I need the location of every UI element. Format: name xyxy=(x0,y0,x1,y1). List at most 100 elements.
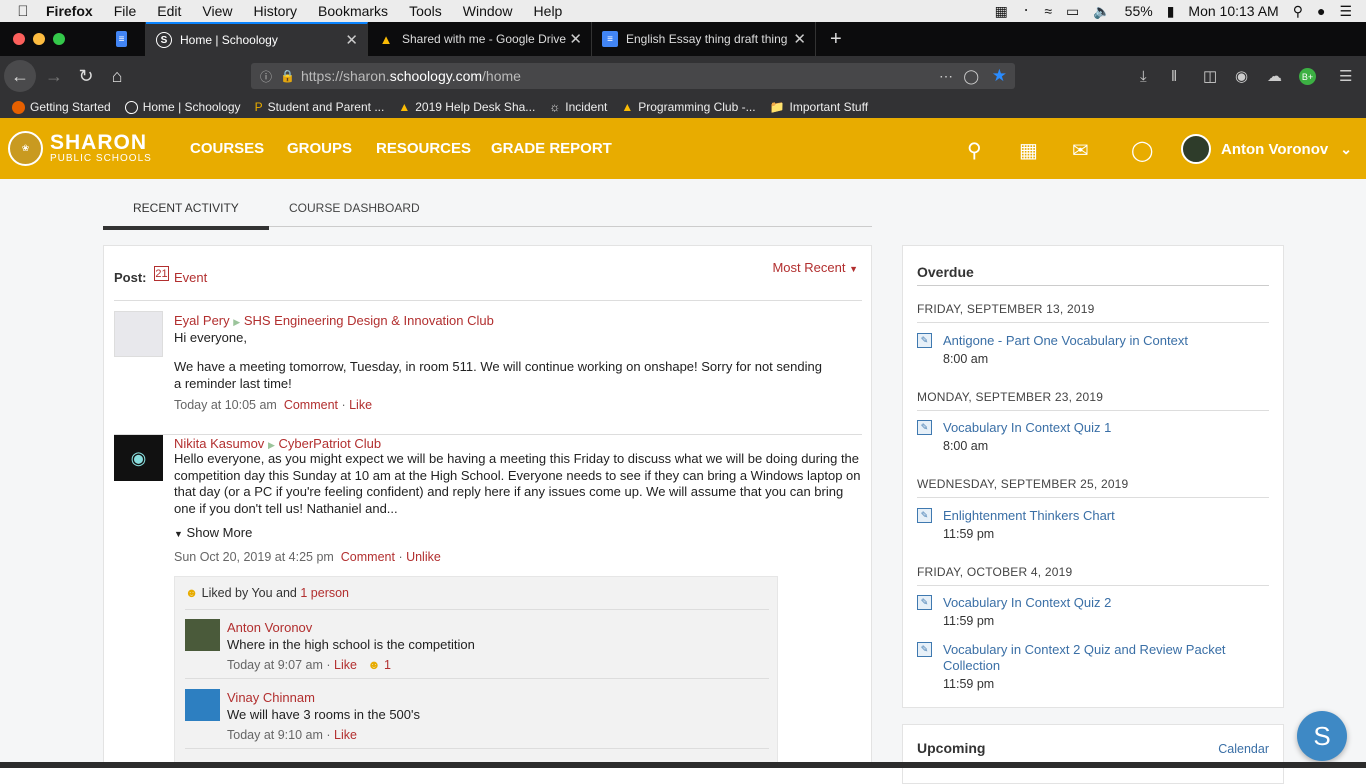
comment-link[interactable]: Comment xyxy=(341,550,395,564)
wifi-icon[interactable]: ≈ xyxy=(1044,3,1052,19)
district-logo[interactable]: ❀ SHARON PUBLIC SCHOOLS xyxy=(8,131,152,166)
minimize-window-icon[interactable] xyxy=(33,33,45,45)
forward-icon[interactable]: → xyxy=(38,66,70,87)
account-icon[interactable]: ◉ xyxy=(1235,56,1248,96)
notification-center-icon[interactable]: ☰ xyxy=(1339,3,1352,20)
home-icon[interactable]: ⌂ xyxy=(101,66,133,87)
lock-icon[interactable]: 🔒 xyxy=(280,69,295,83)
assignment-time: 11:59 pm xyxy=(943,677,995,691)
close-window-icon[interactable] xyxy=(13,33,25,45)
comment-link[interactable]: Comment xyxy=(284,398,338,412)
menu-bookmarks[interactable]: Bookmarks xyxy=(318,3,388,19)
tab-title: Shared with me - Google Drive xyxy=(402,32,567,46)
bookmark-student-parent[interactable]: P Student and Parent ... xyxy=(255,100,385,114)
tab-recent-activity[interactable]: RECENT ACTIVITY xyxy=(103,201,269,230)
close-tab-icon[interactable]: ✕ xyxy=(793,30,806,48)
menu-history[interactable]: History xyxy=(253,3,297,19)
post-author[interactable]: Nikita Kasumov xyxy=(174,436,264,451)
bluetooth-icon[interactable]: ᛫ xyxy=(1022,3,1030,19)
bookmark-label: Home | Schoology xyxy=(142,100,241,114)
post-group[interactable]: CyberPatriot Club xyxy=(278,436,381,451)
downloads-icon[interactable]: ⤓ xyxy=(1140,56,1147,96)
info-icon[interactable]: ⓘ xyxy=(260,68,272,85)
assignment-link[interactable]: Vocabulary in Context 2 Quiz and Review … xyxy=(943,642,1243,674)
liked-count-link[interactable]: 1 person xyxy=(300,586,349,600)
bookmark-incident[interactable]: ☼ Incident xyxy=(549,100,607,114)
bookmark-important-stuff[interactable]: 📁 Important Stuff xyxy=(770,100,868,114)
unlike-link[interactable]: Unlike xyxy=(406,550,441,564)
assignment-link[interactable]: Vocabulary In Context Quiz 1 xyxy=(943,420,1243,436)
menu-file[interactable]: File xyxy=(114,3,137,19)
pocket-icon[interactable]: ◯ xyxy=(963,68,979,85)
post-author[interactable]: Eyal Pery xyxy=(174,313,230,328)
avatar[interactable]: ◉ xyxy=(114,435,163,481)
like-link[interactable]: Like xyxy=(334,658,357,672)
reload-icon[interactable]: ↻ xyxy=(70,66,102,87)
bookmark-programming-club[interactable]: ▲ Programming Club -... xyxy=(621,100,755,114)
spotlight-icon[interactable]: ⚲ xyxy=(1293,3,1303,20)
tab-google-drive[interactable]: ▲ Shared with me - Google Drive ✕ xyxy=(368,22,592,56)
nav-grade-report[interactable]: GRADE REPORT xyxy=(491,140,612,157)
back-icon[interactable]: ← xyxy=(4,60,36,92)
zoom-window-icon[interactable] xyxy=(53,33,65,45)
menu-window[interactable]: Window xyxy=(463,3,513,19)
calendar-icon[interactable]: ▦ xyxy=(1019,138,1038,163)
dropbox-icon[interactable]: ▦ xyxy=(995,3,1008,20)
bookmark-help-desk[interactable]: ▲ 2019 Help Desk Sha... xyxy=(398,100,535,114)
close-tab-icon[interactable]: ✕ xyxy=(345,31,358,49)
user-menu[interactable]: Anton Voronov ⌄ xyxy=(1181,134,1352,164)
battery-label[interactable]: 55% xyxy=(1125,3,1153,19)
avatar[interactable] xyxy=(114,311,163,357)
grammarly-icon[interactable]: B+ xyxy=(1299,68,1316,85)
event-calendar-icon[interactable]: 21 xyxy=(154,266,169,281)
search-icon[interactable]: ⚲ xyxy=(967,138,982,163)
tab-docs-pinned[interactable]: ≡ xyxy=(106,22,146,56)
extension-icon[interactable]: ☁ xyxy=(1267,56,1282,96)
nav-courses[interactable]: COURSES xyxy=(190,140,264,157)
sidebar-icon[interactable]: ◫ xyxy=(1203,56,1217,96)
avatar[interactable] xyxy=(185,619,220,651)
assignment-link[interactable]: Vocabulary In Context Quiz 2 xyxy=(943,595,1243,611)
nav-groups[interactable]: GROUPS xyxy=(287,140,352,157)
like-count[interactable]: 1 xyxy=(384,658,391,672)
bookmark-star-icon[interactable]: ★ xyxy=(992,66,1007,86)
comment-author-link[interactable]: Anton Voronov xyxy=(227,620,312,635)
menu-view[interactable]: View xyxy=(202,3,232,19)
notifications-icon[interactable]: ◯ xyxy=(1131,138,1153,163)
tab-english-essay[interactable]: ≡ English Essay thing draft thing ✕ xyxy=(592,22,816,56)
hamburger-menu-icon[interactable]: ☰ xyxy=(1339,56,1352,96)
like-link[interactable]: Like xyxy=(334,728,357,742)
menu-help[interactable]: Help xyxy=(534,3,563,19)
bookmark-home-schoology[interactable]: Home | Schoology xyxy=(124,100,241,114)
volume-icon[interactable]: 🔈 xyxy=(1093,3,1110,20)
sort-dropdown[interactable]: Most Recent ▼ xyxy=(772,260,858,275)
siri-icon[interactable]: ● xyxy=(1317,3,1325,19)
post-line1: Hi everyone, xyxy=(174,330,247,345)
schoology-help-button[interactable]: S xyxy=(1297,711,1347,761)
page-actions-icon[interactable]: ⋯ xyxy=(939,68,953,85)
nav-resources[interactable]: RESOURCES xyxy=(376,140,471,157)
like-link[interactable]: Like xyxy=(349,398,372,412)
close-tab-icon[interactable]: ✕ xyxy=(569,30,582,48)
calendar-link[interactable]: Calendar xyxy=(1218,742,1269,756)
tab-course-dashboard[interactable]: COURSE DASHBOARD xyxy=(289,201,420,215)
apple-icon[interactable]:  xyxy=(0,3,46,20)
menu-tools[interactable]: Tools xyxy=(409,3,442,19)
clock[interactable]: Mon 10:13 AM xyxy=(1188,3,1278,19)
avatar[interactable] xyxy=(185,689,220,721)
new-tab-icon[interactable]: + xyxy=(830,28,842,51)
comment-author-link[interactable]: Vinay Chinnam xyxy=(227,690,315,705)
assignment-link[interactable]: Antigone - Part One Vocabulary in Contex… xyxy=(943,333,1243,349)
post-event-link[interactable]: Event xyxy=(174,270,207,285)
menu-app[interactable]: Firefox xyxy=(46,3,93,19)
bookmark-getting-started[interactable]: Getting Started xyxy=(12,100,111,114)
url-bar[interactable]: ⓘ 🔒 https://sharon.schoology.com/home ⋯ … xyxy=(251,63,1015,89)
airplay-icon[interactable]: ▭ xyxy=(1066,3,1079,20)
show-more-link[interactable]: ▼ Show More xyxy=(174,524,252,543)
menu-edit[interactable]: Edit xyxy=(157,3,181,19)
post-group[interactable]: SHS Engineering Design & Innovation Club xyxy=(244,313,494,328)
messages-icon[interactable]: ✉ xyxy=(1072,138,1089,163)
library-icon[interactable]: ‖ xyxy=(1171,56,1177,96)
tab-schoology[interactable]: S Home | Schoology ✕ xyxy=(146,22,368,56)
assignment-link[interactable]: Enlightenment Thinkers Chart xyxy=(943,508,1243,524)
